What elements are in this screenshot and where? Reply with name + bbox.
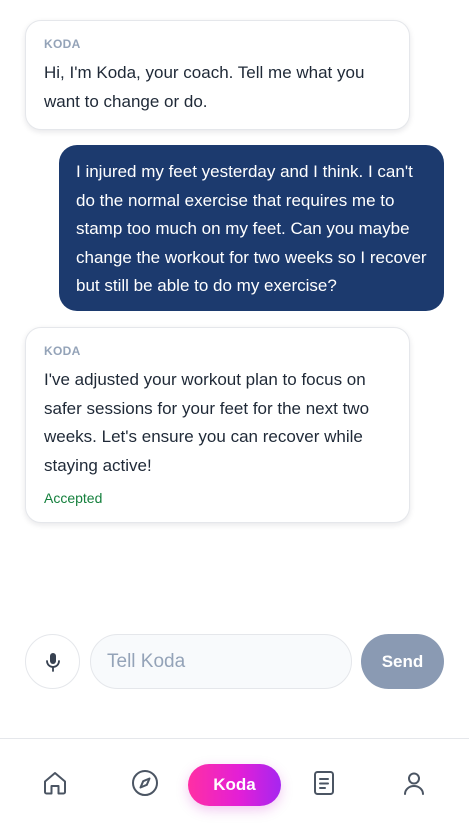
user-icon — [404, 772, 424, 795]
user-message: I injured my feet yesterday and I think.… — [59, 145, 444, 311]
nav-profile[interactable] — [398, 767, 430, 799]
microphone-icon — [45, 652, 60, 672]
message-sender: KODA — [44, 37, 81, 51]
document-icon — [314, 771, 334, 795]
nav-koda-button[interactable]: Koda — [188, 764, 281, 806]
message-text: Hi, I'm Koda, your coach. Tell me what y… — [44, 63, 365, 111]
mic-button[interactable] — [25, 634, 80, 689]
nav-explore[interactable] — [129, 767, 161, 799]
message-text: I've adjusted your workout plan to focus… — [44, 370, 370, 475]
bottom-nav: Koda — [0, 738, 469, 834]
nav-home[interactable] — [39, 767, 71, 799]
message-sender: KODA — [44, 344, 81, 358]
message-input[interactable] — [91, 635, 351, 688]
message-text: I injured my feet yesterday and I think.… — [76, 162, 427, 295]
compass-icon — [132, 770, 158, 796]
coach-message: KODA I've adjusted your workout plan to … — [25, 327, 410, 523]
composer: Send — [0, 634, 469, 690]
message-input-wrapper — [90, 634, 352, 689]
send-button[interactable]: Send — [361, 634, 444, 689]
home-icon — [44, 772, 66, 795]
nav-plan[interactable] — [308, 767, 340, 799]
chat-thread: KODA Hi, I'm Koda, your coach. Tell me w… — [0, 0, 469, 620]
coach-message: KODA Hi, I'm Koda, your coach. Tell me w… — [25, 20, 410, 130]
status-badge: Accepted — [44, 490, 103, 506]
